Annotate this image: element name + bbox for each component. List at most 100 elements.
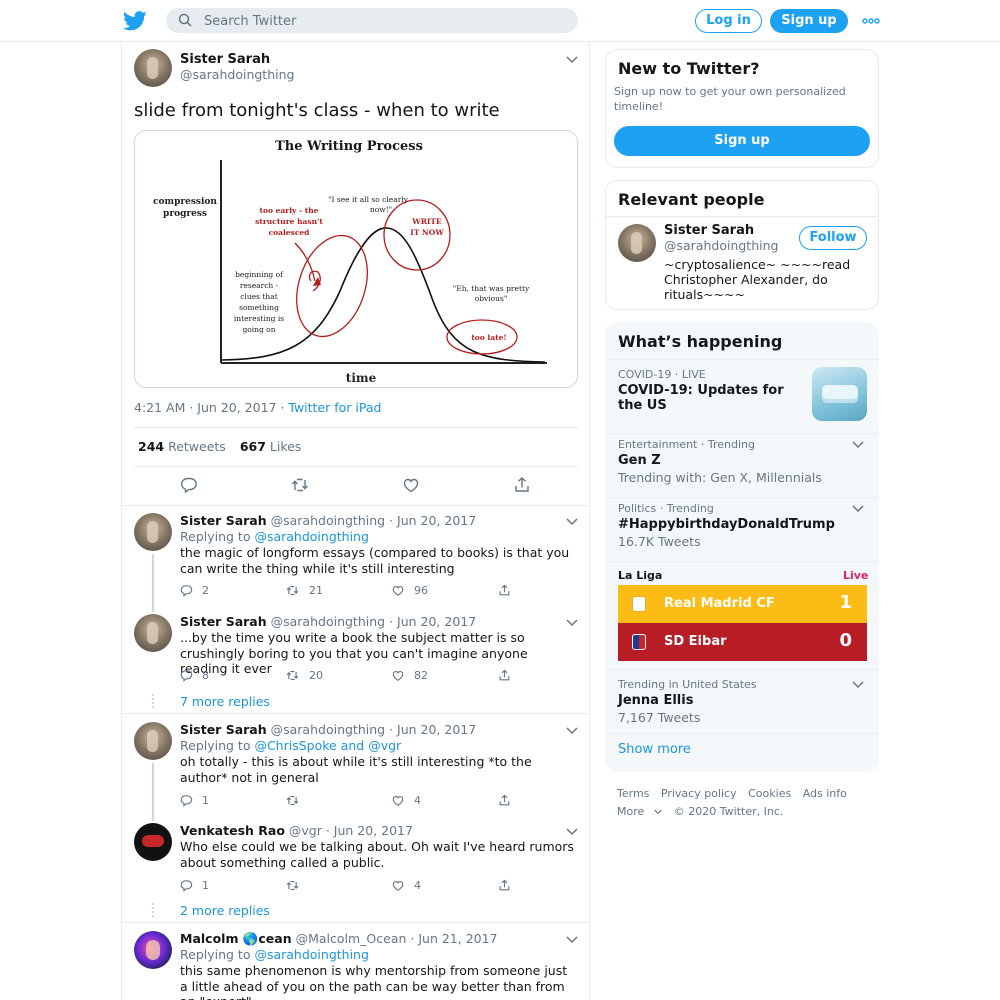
chevron-down-icon[interactable] [566,727,578,735]
like-count[interactable]: 667 [240,439,266,454]
reply-author-name[interactable]: Sister Sarah [180,513,267,528]
trend-item[interactable]: Trending in United States Jenna Ellis 7,… [618,678,868,725]
reply-meta[interactable]: @Malcolm_Ocean · Jun 21, 2017 [296,931,498,946]
chevron-down-icon[interactable] [566,828,578,836]
thread-line [152,554,154,612]
more-replies-link[interactable]: 2 more replies [180,903,270,918]
trend-title: #HappybirthdayDonaldTrump [618,517,835,532]
like-action[interactable]: 4 [391,792,421,808]
trend-category: Trending in United States [618,678,757,691]
share-icon[interactable] [513,476,531,494]
retweet-icon[interactable] [291,476,309,494]
twitter-bird-icon[interactable] [123,10,147,32]
reply-meta[interactable]: @sarahdoingthing · Jun 20, 2017 [271,513,477,528]
footer-more-link[interactable]: More [617,805,663,818]
reply-meta[interactable]: @sarahdoingthing · Jun 20, 2017 [271,722,477,737]
team-row-home[interactable]: Real Madrid CF 1 [618,585,867,623]
trend-title: Jenna Ellis [618,693,694,708]
reply-author-name[interactable]: Malcolm 🌎cean [180,931,292,946]
share-action[interactable] [498,667,520,683]
reply-icon [180,879,193,892]
show-more-link[interactable]: Show more [618,742,691,757]
like-icon[interactable] [402,476,420,494]
avatar[interactable] [134,931,172,969]
trend-item[interactable]: Entertainment · Trending Gen Z Trending … [618,438,868,485]
retweet-count[interactable]: 244 [138,439,164,454]
signup-button[interactable]: Sign up [770,9,848,33]
reply-meta[interactable]: @sarahdoingthing · Jun 20, 2017 [271,614,477,629]
like-count: 82 [414,668,428,682]
footer-ads-link[interactable]: Ads info [803,787,847,800]
trend-category: COVID-19 · LIVE [618,368,706,381]
search-box[interactable] [166,8,578,33]
avatar[interactable] [134,49,172,87]
retweet-action[interactable] [285,877,309,893]
more-options-icon[interactable] [862,14,880,28]
tweet-source-link[interactable]: Twitter for iPad [288,400,381,415]
tweet-stats: 244 Retweets 667 Likes [138,439,301,454]
person-bio: ~cryptosalience~ ~~~~read Christopher Al… [664,257,851,302]
reply-action[interactable]: 2 [180,582,209,598]
trend-item[interactable]: Politics · Trending #HappybirthdayDonald… [618,502,868,549]
reply-author-name[interactable]: Sister Sarah [180,722,267,737]
author-handle[interactable]: @sarahdoingthing [180,67,294,82]
like-action[interactable]: 4 [391,877,421,893]
avatar[interactable] [134,513,172,551]
retweet-action[interactable]: 20 [285,667,323,683]
reply-action[interactable]: 1 [180,877,209,893]
avatar[interactable] [618,224,656,262]
reply-icon[interactable] [180,476,198,494]
share-action[interactable] [498,792,520,808]
login-button[interactable]: Log in [695,9,762,33]
replying-to-link[interactable]: @sarahdoingthing [254,947,368,962]
footer-terms-link[interactable]: Terms [617,787,649,800]
reply-header: Sister Sarah @sarahdoingthing · Jun 20, … [180,614,476,629]
trend-item[interactable]: COVID-19 · LIVE COVID-19: Updates for th… [618,368,808,413]
tweet-image[interactable]: The Writing Process compression progress… [134,130,578,388]
reply-meta[interactable]: @vgr · Jun 20, 2017 [289,823,413,838]
person-handle[interactable]: @sarahdoingthing [664,238,778,253]
retweet-action[interactable] [285,792,309,808]
likes-label[interactable]: Likes [270,439,301,454]
reply-action[interactable]: 1 [180,792,209,808]
chevron-down-icon[interactable] [852,441,864,449]
chevron-down-icon[interactable] [852,681,864,689]
share-action[interactable] [498,582,520,598]
replying-to-link[interactable]: @sarahdoingthing [254,529,368,544]
reply-actions: 8 20 82 [180,667,520,683]
retweets-label[interactable]: Retweets [168,439,226,454]
footer-privacy-link[interactable]: Privacy policy [661,787,737,800]
follow-button[interactable]: Follow [799,226,867,250]
reply-action[interactable]: 8 [180,667,209,683]
more-replies-link[interactable]: 7 more replies [180,694,270,709]
chevron-down-icon[interactable] [566,56,578,64]
like-action[interactable]: 82 [391,667,428,683]
retweet-action[interactable]: 21 [285,582,323,598]
avatar[interactable] [134,614,172,652]
retweet-icon [286,880,299,890]
reply-author-name[interactable]: Sister Sarah [180,614,267,629]
tweet-time[interactable]: 4:21 AM · Jun 20, 2017 · [134,400,288,415]
avatar[interactable] [134,823,172,861]
divider [122,922,589,923]
share-icon [499,584,510,595]
trend-image[interactable] [812,367,867,421]
footer-cookies-link[interactable]: Cookies [748,787,791,800]
like-action[interactable]: 96 [391,582,428,598]
chevron-down-icon[interactable] [566,518,578,526]
chevron-down-icon[interactable] [852,505,864,513]
trend-title: COVID-19: Updates for the US [618,383,784,413]
person-name[interactable]: Sister Sarah [664,223,754,238]
replying-to-link[interactable]: @ChrisSpoke and @vgr [254,738,401,753]
avatar[interactable] [134,722,172,760]
reply-author-name[interactable]: Venkatesh Rao [180,823,285,838]
trend-subtitle: 16.7K Tweets [618,534,701,549]
chevron-down-icon[interactable] [566,936,578,944]
team-row-away[interactable]: SD Eibar 0 [618,623,867,661]
author-name[interactable]: Sister Sarah [180,52,270,67]
share-action[interactable] [498,877,520,893]
search-input[interactable] [204,11,564,31]
chevron-down-icon[interactable] [566,619,578,627]
team-score: 0 [839,630,852,651]
signup-button[interactable]: Sign up [614,126,870,156]
